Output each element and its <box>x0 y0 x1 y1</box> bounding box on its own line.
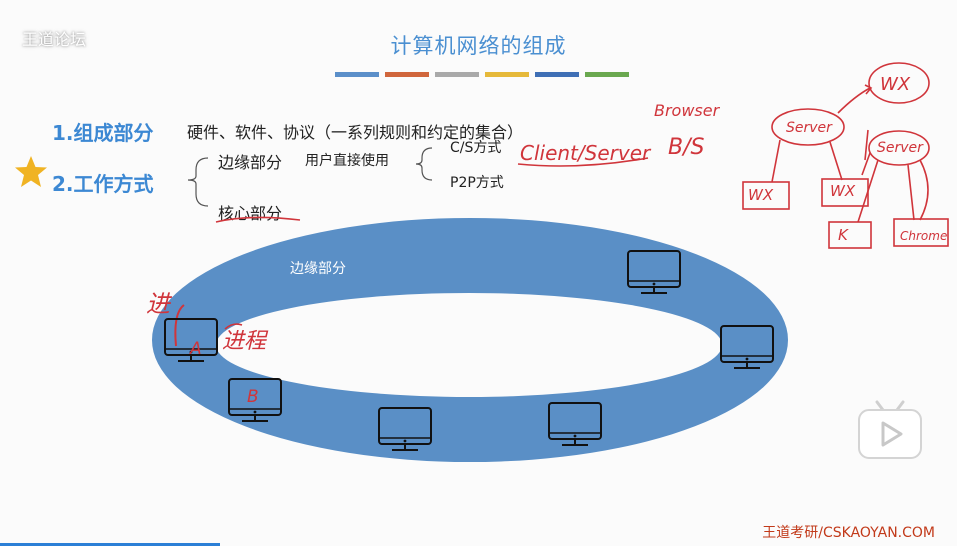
handwriting-k: K <box>838 226 849 244</box>
handwriting-b: B <box>247 387 259 407</box>
handwriting-browser: Browser <box>654 101 721 120</box>
handwriting-wx-top: WX <box>880 74 911 95</box>
handwriting-jin: 进 <box>146 290 173 318</box>
play-icon[interactable] <box>855 398 925 462</box>
handwriting-process: 进程 <box>222 329 269 354</box>
handwriting-wx-left: WX <box>748 186 774 204</box>
handwriting-wx-mid: WX <box>830 182 856 200</box>
handwriting-client-server: Client/Server <box>520 141 652 165</box>
handwriting-bs: B/S <box>668 135 705 160</box>
handwriting-server-2: Server <box>877 140 924 156</box>
handwriting-server-1: Server <box>786 120 833 136</box>
handwriting-layer: Client/Server Browser B/S Server Server … <box>146 62 949 407</box>
handwriting-a: A <box>189 339 202 359</box>
handwriting-chrome: Chrome <box>900 229 947 243</box>
footer-brand: 王道考研/CSKAOYAN.COM <box>762 525 935 541</box>
